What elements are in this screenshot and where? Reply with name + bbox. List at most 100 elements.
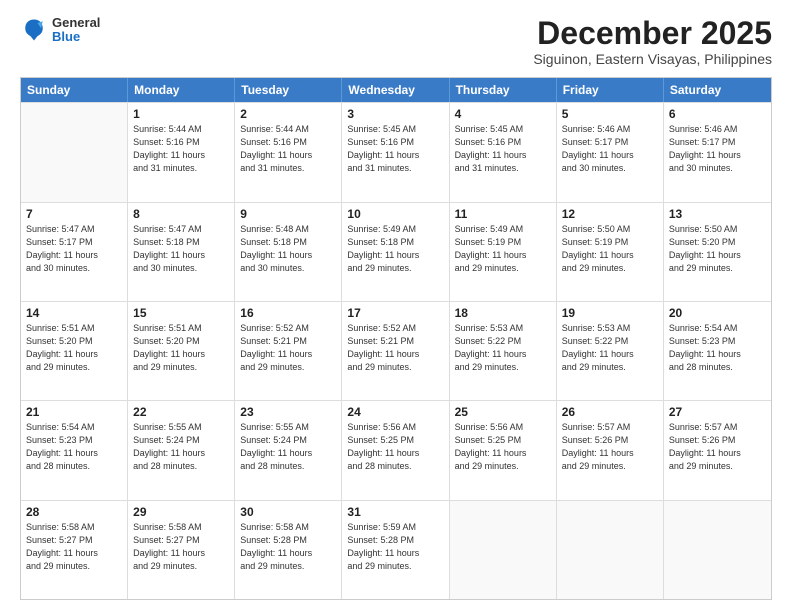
day-number: 2 [240, 107, 336, 121]
cal-header-wednesday: Wednesday [342, 78, 449, 102]
cell-info: Sunrise: 5:47 AM Sunset: 5:17 PM Dayligh… [26, 223, 122, 275]
day-number: 23 [240, 405, 336, 419]
day-number: 3 [347, 107, 443, 121]
cal-week-4: 21 Sunrise: 5:54 AM Sunset: 5:23 PM Dayli… [21, 400, 771, 499]
cal-cell: 20 Sunrise: 5:54 AM Sunset: 5:23 PM Dayli… [664, 302, 771, 400]
day-number: 29 [133, 505, 229, 519]
cell-info: Sunrise: 5:52 AM Sunset: 5:21 PM Dayligh… [240, 322, 336, 374]
cal-cell: 18 Sunrise: 5:53 AM Sunset: 5:22 PM Dayli… [450, 302, 557, 400]
cell-info: Sunrise: 5:51 AM Sunset: 5:20 PM Dayligh… [26, 322, 122, 374]
cell-info: Sunrise: 5:49 AM Sunset: 5:18 PM Dayligh… [347, 223, 443, 275]
cell-info: Sunrise: 5:53 AM Sunset: 5:22 PM Dayligh… [455, 322, 551, 374]
day-number: 5 [562, 107, 658, 121]
day-number: 16 [240, 306, 336, 320]
day-number: 6 [669, 107, 766, 121]
cal-header-thursday: Thursday [450, 78, 557, 102]
logo-blue-text: Blue [52, 30, 100, 44]
calendar-body: 1 Sunrise: 5:44 AM Sunset: 5:16 PM Daylig… [21, 102, 771, 599]
calendar-header: SundayMondayTuesdayWednesdayThursdayFrid… [21, 78, 771, 102]
cell-info: Sunrise: 5:57 AM Sunset: 5:26 PM Dayligh… [562, 421, 658, 473]
cal-week-2: 7 Sunrise: 5:47 AM Sunset: 5:17 PM Daylig… [21, 202, 771, 301]
day-number: 26 [562, 405, 658, 419]
cal-cell: 21 Sunrise: 5:54 AM Sunset: 5:23 PM Dayli… [21, 401, 128, 499]
cal-header-tuesday: Tuesday [235, 78, 342, 102]
cal-cell: 4Sunrise: 5:45 AM Sunset: 5:16 PM Daylig… [450, 103, 557, 201]
cal-cell: 12 Sunrise: 5:50 AM Sunset: 5:19 PM Dayli… [557, 203, 664, 301]
cell-info: Sunrise: 5:57 AM Sunset: 5:26 PM Dayligh… [669, 421, 766, 473]
cell-info: Sunrise: 5:46 AM Sunset: 5:17 PM Dayligh… [562, 123, 658, 175]
cell-info: Sunrise: 5:44 AM Sunset: 5:16 PM Dayligh… [133, 123, 229, 175]
cal-cell: 7 Sunrise: 5:47 AM Sunset: 5:17 PM Daylig… [21, 203, 128, 301]
day-number: 13 [669, 207, 766, 221]
cal-cell: 29Sunrise: 5:58 AM Sunset: 5:27 PM Dayli… [128, 501, 235, 599]
cal-header-friday: Friday [557, 78, 664, 102]
cell-info: Sunrise: 5:58 AM Sunset: 5:27 PM Dayligh… [26, 521, 122, 573]
cal-cell: 14 Sunrise: 5:51 AM Sunset: 5:20 PM Dayli… [21, 302, 128, 400]
cal-cell: 25Sunrise: 5:56 AM Sunset: 5:25 PM Dayli… [450, 401, 557, 499]
day-number: 17 [347, 306, 443, 320]
cell-info: Sunrise: 5:54 AM Sunset: 5:23 PM Dayligh… [669, 322, 766, 374]
logo: General Blue [20, 16, 100, 45]
day-number: 14 [26, 306, 122, 320]
day-number: 25 [455, 405, 551, 419]
cal-cell: 26 Sunrise: 5:57 AM Sunset: 5:26 PM Dayli… [557, 401, 664, 499]
cell-info: Sunrise: 5:48 AM Sunset: 5:18 PM Dayligh… [240, 223, 336, 275]
cal-cell: 23 Sunrise: 5:55 AM Sunset: 5:24 PM Dayli… [235, 401, 342, 499]
day-number: 30 [240, 505, 336, 519]
cell-info: Sunrise: 5:53 AM Sunset: 5:22 PM Dayligh… [562, 322, 658, 374]
day-number: 20 [669, 306, 766, 320]
cal-cell [664, 501, 771, 599]
day-number: 10 [347, 207, 443, 221]
cal-cell: 3 Sunrise: 5:45 AM Sunset: 5:16 PM Daylig… [342, 103, 449, 201]
day-number: 22 [133, 405, 229, 419]
cal-cell: 30 Sunrise: 5:58 AM Sunset: 5:28 PM Dayli… [235, 501, 342, 599]
cell-info: Sunrise: 5:50 AM Sunset: 5:20 PM Dayligh… [669, 223, 766, 275]
cal-cell: 10 Sunrise: 5:49 AM Sunset: 5:18 PM Dayli… [342, 203, 449, 301]
cal-cell: 2 Sunrise: 5:44 AM Sunset: 5:16 PM Daylig… [235, 103, 342, 201]
day-number: 12 [562, 207, 658, 221]
cell-info: Sunrise: 5:47 AM Sunset: 5:18 PM Dayligh… [133, 223, 229, 275]
cal-cell: 5 Sunrise: 5:46 AM Sunset: 5:17 PM Daylig… [557, 103, 664, 201]
cal-cell: 16 Sunrise: 5:52 AM Sunset: 5:21 PM Dayli… [235, 302, 342, 400]
day-number: 9 [240, 207, 336, 221]
cal-cell [21, 103, 128, 201]
calendar: SundayMondayTuesdayWednesdayThursdayFrid… [20, 77, 772, 600]
cell-info: Sunrise: 5:56 AM Sunset: 5:25 PM Dayligh… [347, 421, 443, 473]
title-area: December 2025 Siguinon, Eastern Visayas,… [533, 16, 772, 67]
cell-info: Sunrise: 5:54 AM Sunset: 5:23 PM Dayligh… [26, 421, 122, 473]
cal-cell: 15 Sunrise: 5:51 AM Sunset: 5:20 PM Dayli… [128, 302, 235, 400]
cal-header-monday: Monday [128, 78, 235, 102]
day-number: 7 [26, 207, 122, 221]
day-number: 15 [133, 306, 229, 320]
cell-info: Sunrise: 5:44 AM Sunset: 5:16 PM Dayligh… [240, 123, 336, 175]
cell-info: Sunrise: 5:58 AM Sunset: 5:28 PM Dayligh… [240, 521, 336, 573]
cal-cell [557, 501, 664, 599]
cell-info: Sunrise: 5:49 AM Sunset: 5:19 PM Dayligh… [455, 223, 551, 275]
cell-info: Sunrise: 5:55 AM Sunset: 5:24 PM Dayligh… [240, 421, 336, 473]
cell-info: Sunrise: 5:51 AM Sunset: 5:20 PM Dayligh… [133, 322, 229, 374]
cal-cell: 17 Sunrise: 5:52 AM Sunset: 5:21 PM Dayli… [342, 302, 449, 400]
location: Siguinon, Eastern Visayas, Philippines [533, 51, 772, 67]
cal-cell: 8Sunrise: 5:47 AM Sunset: 5:18 PM Daylig… [128, 203, 235, 301]
cell-info: Sunrise: 5:45 AM Sunset: 5:16 PM Dayligh… [347, 123, 443, 175]
logo-text: General Blue [52, 16, 100, 45]
cell-info: Sunrise: 5:59 AM Sunset: 5:28 PM Dayligh… [347, 521, 443, 573]
header: General Blue December 2025 Siguinon, Eas… [20, 16, 772, 67]
cal-cell: 27Sunrise: 5:57 AM Sunset: 5:26 PM Dayli… [664, 401, 771, 499]
cal-cell: 11Sunrise: 5:49 AM Sunset: 5:19 PM Dayli… [450, 203, 557, 301]
cal-week-1: 1 Sunrise: 5:44 AM Sunset: 5:16 PM Daylig… [21, 102, 771, 201]
day-number: 19 [562, 306, 658, 320]
cell-info: Sunrise: 5:50 AM Sunset: 5:19 PM Dayligh… [562, 223, 658, 275]
page: General Blue December 2025 Siguinon, Eas… [0, 0, 792, 612]
logo-icon [20, 16, 48, 44]
day-number: 1 [133, 107, 229, 121]
cal-cell: 1 Sunrise: 5:44 AM Sunset: 5:16 PM Daylig… [128, 103, 235, 201]
day-number: 18 [455, 306, 551, 320]
month-title: December 2025 [533, 16, 772, 51]
cell-info: Sunrise: 5:52 AM Sunset: 5:21 PM Dayligh… [347, 322, 443, 374]
day-number: 21 [26, 405, 122, 419]
cal-week-5: 28Sunrise: 5:58 AM Sunset: 5:27 PM Dayli… [21, 500, 771, 599]
cal-header-saturday: Saturday [664, 78, 771, 102]
cal-cell: 22Sunrise: 5:55 AM Sunset: 5:24 PM Dayli… [128, 401, 235, 499]
cal-header-sunday: Sunday [21, 78, 128, 102]
